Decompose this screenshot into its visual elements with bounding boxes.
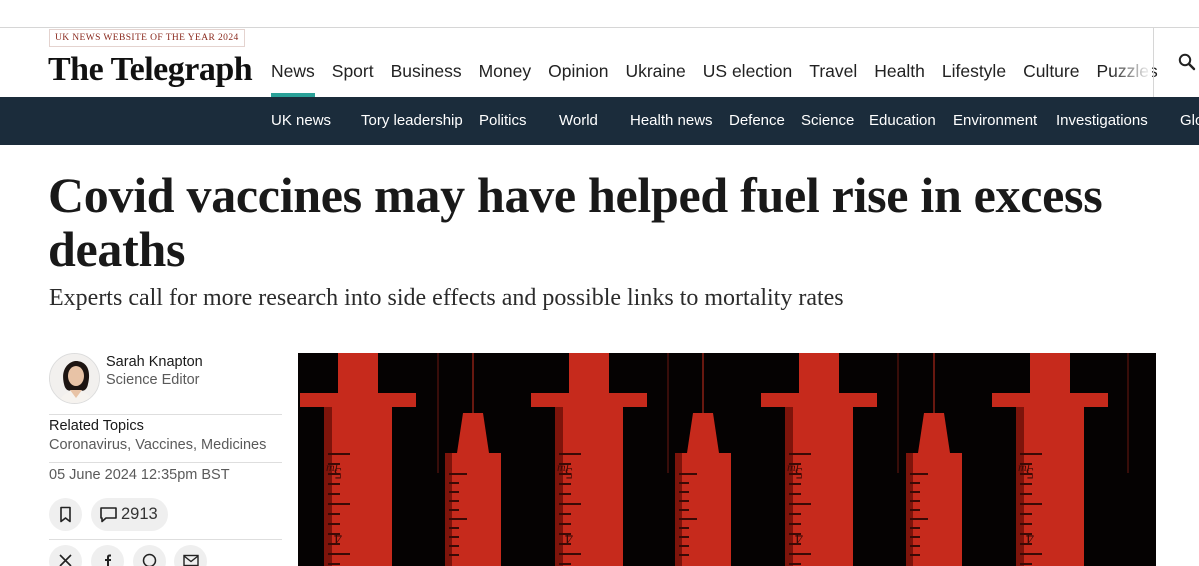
share-whatsapp-button[interactable] xyxy=(133,545,166,566)
facebook-icon xyxy=(105,554,111,566)
author-role: Science Editor xyxy=(106,372,200,388)
syringe-illustration: 54ml xyxy=(300,353,416,566)
share-x-button[interactable] xyxy=(49,545,82,566)
x-icon xyxy=(59,554,72,566)
subnav-defence[interactable]: Defence xyxy=(729,111,785,131)
author-avatar[interactable] xyxy=(49,353,100,404)
svg-text:4: 4 xyxy=(1026,529,1034,546)
hero-image: 5 4 ml 5 4 ml 5 4 ml 5 4 ml xyxy=(298,353,1156,566)
secondary-nav: UK news Tory leadership Politics World H… xyxy=(0,97,1199,145)
nav-sport[interactable]: Sport xyxy=(332,58,374,97)
article-standfirst: Experts call for more research into side… xyxy=(49,285,844,311)
nav-us-election[interactable]: US election xyxy=(703,58,793,97)
nav-opinion[interactable]: Opinion xyxy=(548,58,608,97)
syringe-illustration xyxy=(675,353,731,566)
comment-count: 2913 xyxy=(121,505,158,523)
syringe-illustration: 54ml xyxy=(531,353,647,566)
whatsapp-icon xyxy=(142,553,157,566)
nav-business[interactable]: Business xyxy=(391,58,462,97)
share-facebook-button[interactable] xyxy=(91,545,124,566)
subnav-science[interactable]: Science xyxy=(801,111,854,131)
divider xyxy=(49,414,282,415)
primary-nav: News Sport Business Money Opinion Ukrain… xyxy=(271,58,1175,97)
syringe-illustration xyxy=(906,353,962,566)
search-button[interactable] xyxy=(1153,28,1199,97)
share-email-button[interactable] xyxy=(174,545,207,566)
author-name[interactable]: Sarah Knapton xyxy=(106,353,203,371)
bookmark-button[interactable] xyxy=(49,498,82,531)
nav-health[interactable]: Health xyxy=(874,58,925,97)
email-icon xyxy=(183,554,199,566)
svg-text:4: 4 xyxy=(565,529,573,546)
syringe-illustration xyxy=(445,353,501,566)
nav-culture[interactable]: Culture xyxy=(1023,58,1079,97)
subnav-environment[interactable]: Environment xyxy=(953,111,1037,131)
svg-text:ml: ml xyxy=(1018,460,1031,474)
related-topics-links[interactable]: Coronavirus, Vaccines, Medicines xyxy=(49,436,266,454)
svg-text:4: 4 xyxy=(795,529,803,546)
nav-travel[interactable]: Travel xyxy=(809,58,857,97)
divider xyxy=(49,462,282,463)
svg-text:ml: ml xyxy=(787,460,800,474)
nav-news[interactable]: News xyxy=(271,58,315,97)
article-headline: Covid vaccines may have helped fuel rise… xyxy=(48,167,1103,277)
bookmark-icon xyxy=(60,506,71,523)
related-topics-label: Related Topics xyxy=(49,418,144,434)
comments-button[interactable]: 2913 xyxy=(91,498,168,531)
syringe-illustration: 54ml xyxy=(761,353,877,566)
subnav-education[interactable]: Education xyxy=(869,111,936,131)
comment-icon xyxy=(100,507,117,523)
nav-overflow-fade xyxy=(1110,56,1152,96)
subnav-investigations[interactable]: Investigations xyxy=(1056,111,1148,131)
award-badge: UK NEWS WEBSITE OF THE YEAR 2024 xyxy=(49,29,245,47)
subnav-tory-leadership[interactable]: Tory leadership xyxy=(361,111,463,131)
nav-money[interactable]: Money xyxy=(479,58,532,97)
divider xyxy=(49,539,282,540)
telegraph-logo[interactable]: The Telegraph xyxy=(48,50,253,90)
article-date: 05 June 2024 12:35pm BST xyxy=(49,467,230,483)
subnav-uk-news[interactable]: UK news xyxy=(271,111,331,131)
browser-top-strip xyxy=(0,0,1199,28)
subnav-health-news[interactable]: Health news xyxy=(630,111,713,131)
svg-text:ml: ml xyxy=(326,460,339,474)
search-icon xyxy=(1178,53,1196,71)
nav-lifestyle[interactable]: Lifestyle xyxy=(942,58,1006,97)
svg-text:4: 4 xyxy=(334,529,342,546)
subnav-world[interactable]: World xyxy=(559,111,598,131)
nav-ukraine[interactable]: Ukraine xyxy=(625,58,685,97)
svg-text:ml: ml xyxy=(557,460,570,474)
subnav-global[interactable]: Glo xyxy=(1180,111,1199,131)
subnav-politics[interactable]: Politics xyxy=(479,111,527,131)
syringe-illustration: 54ml xyxy=(992,353,1108,566)
masthead: UK NEWS WEBSITE OF THE YEAR 2024 The Tel… xyxy=(0,28,1199,97)
